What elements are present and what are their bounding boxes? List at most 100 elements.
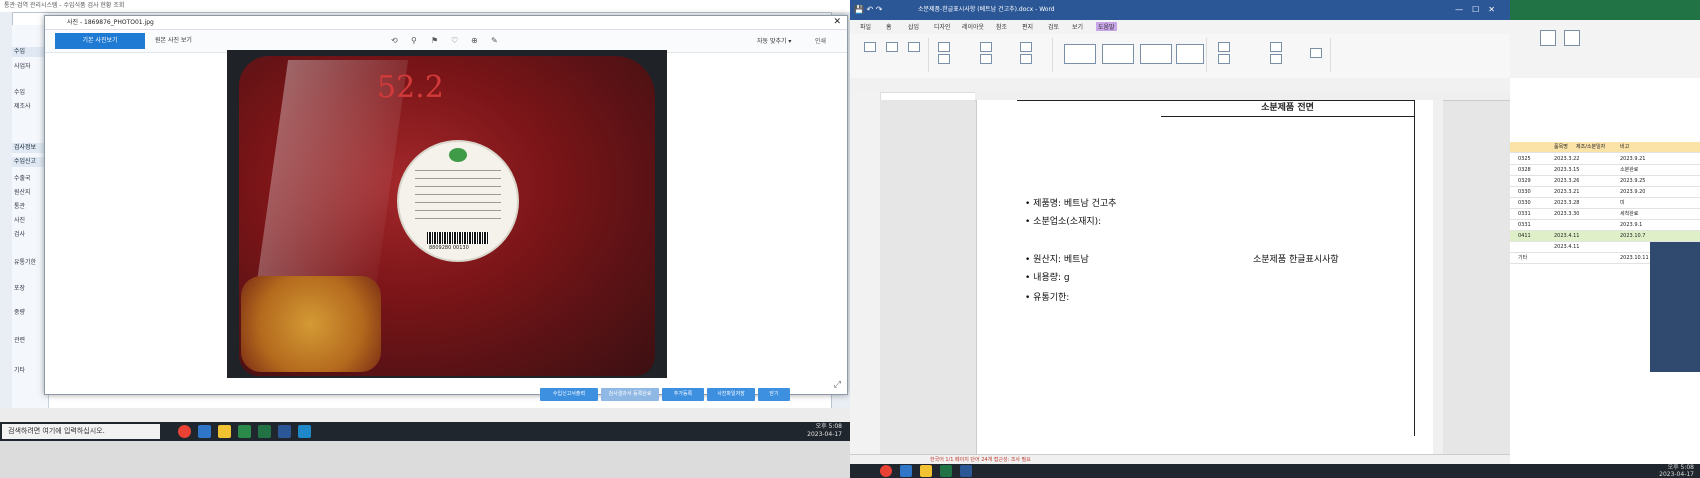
tab-references[interactable]: 참조: [996, 22, 1007, 31]
excel-row[interactable]: 0328 2023.3.15 소분완료: [1510, 165, 1700, 176]
tab-mailings[interactable]: 편지: [1022, 22, 1033, 31]
excel-cell[interactable]: 기타: [1518, 253, 1527, 263]
tab-help[interactable]: 도움말: [1096, 22, 1117, 31]
excel-cell[interactable]: 2023.9.1: [1620, 220, 1642, 230]
tab-insert[interactable]: 삽입: [908, 22, 919, 31]
doc-line-repacker[interactable]: • 소분업소(소재지):: [1025, 214, 1101, 227]
border-icon[interactable]: [1270, 54, 1282, 64]
excel-cell[interactable]: 세척완료: [1620, 209, 1638, 219]
pin-icon[interactable]: ⚑: [431, 36, 438, 45]
folder-icon[interactable]: [920, 465, 932, 477]
tab-view[interactable]: 보기: [1072, 22, 1083, 31]
excel-cell[interactable]: 2023.9.21: [1620, 154, 1645, 164]
window-controls[interactable]: —☐✕: [1455, 0, 1504, 20]
document-page[interactable]: 소분제품 전면 • 제품명: 베트남 건고추 • 소분업소(소재지): • 원산…: [976, 100, 1434, 454]
vertical-scrollbar[interactable]: [1433, 100, 1443, 454]
excel-cell[interactable]: 0329: [1518, 176, 1531, 186]
excel-cell[interactable]: 미: [1620, 198, 1625, 208]
word-icon[interactable]: [278, 425, 291, 438]
close-icon[interactable]: ✕: [833, 16, 841, 29]
sidebar-item[interactable]: 중량: [14, 307, 25, 316]
size-icon[interactable]: [908, 42, 920, 52]
zoom-dropdown[interactable]: 자동 맞추기 ▾: [757, 36, 791, 45]
chrome-icon[interactable]: [178, 425, 191, 438]
taskbar-search-input[interactable]: 검색하려면 여기에 입력하십시오.: [2, 424, 160, 439]
sidebar-item[interactable]: 유통기한: [14, 257, 36, 266]
zoom-in-icon[interactable]: ⊕: [471, 36, 478, 45]
sidebar-item[interactable]: 사진: [14, 215, 25, 224]
excel-cell[interactable]: 2023.3.21: [1554, 187, 1579, 197]
excel-row[interactable]: 0331 2023.3.30 세척완료: [1510, 209, 1700, 220]
excel-cell[interactable]: 0330: [1518, 187, 1531, 197]
excel-cell[interactable]: 2023.10.7: [1620, 231, 1645, 241]
excel-cell[interactable]: 2023.3.28: [1554, 198, 1579, 208]
table-style-icon[interactable]: [1102, 44, 1134, 64]
chrome-icon[interactable]: [880, 465, 892, 477]
border-icon[interactable]: [1218, 42, 1230, 52]
sidebar-item[interactable]: 포장: [14, 283, 25, 292]
sidebar-item[interactable]: 원산지: [14, 187, 31, 196]
rotate-left-icon[interactable]: ⟲: [391, 36, 398, 45]
excel-cell[interactable]: 0325: [1518, 154, 1531, 164]
zoom-out-icon[interactable]: ⚲: [411, 36, 417, 45]
sidebar-item[interactable]: 관련: [14, 335, 25, 344]
sort-icon[interactable]: [1564, 30, 1580, 46]
excel-cell[interactable]: 2023.9.20: [1620, 187, 1645, 197]
tab-original-view[interactable]: 원본 사진 보기: [155, 33, 225, 49]
tab-design[interactable]: 디자인: [934, 22, 951, 31]
edge-icon[interactable]: [900, 465, 912, 477]
excel-icon[interactable]: [258, 425, 271, 438]
sidebar-item[interactable]: 사업자: [14, 61, 31, 70]
print-button[interactable]: 인쇄: [815, 36, 826, 45]
excel-cell[interactable]: 0330: [1518, 198, 1531, 208]
doc-line-expiry[interactable]: • 유통기한:: [1025, 290, 1069, 303]
doc-line-origin[interactable]: • 원산지: 베트남: [1025, 252, 1089, 265]
app-icon[interactable]: [238, 425, 251, 438]
excel-row[interactable]: 0411 2023.4.11 2023.10.7: [1510, 231, 1700, 242]
tab-file[interactable]: 파일: [860, 22, 871, 31]
excel-row[interactable]: 0330 2023.3.21 2023.9.20: [1510, 187, 1700, 198]
folder-icon[interactable]: [218, 425, 231, 438]
border-icon[interactable]: [1218, 54, 1230, 64]
edge-icon[interactable]: [198, 425, 211, 438]
tab-home[interactable]: 홈: [886, 22, 892, 31]
checkbox-icon[interactable]: [980, 54, 992, 64]
pencil-icon[interactable]: ✎: [491, 36, 498, 45]
sidebar-item[interactable]: 수출국: [14, 173, 31, 182]
register-result-button[interactable]: 검사결과서 등록완료: [601, 388, 659, 401]
border-painter-icon[interactable]: [1310, 48, 1322, 58]
checkbox-icon[interactable]: [1020, 54, 1032, 64]
excel-cell[interactable]: 2023.3.15: [1554, 165, 1579, 175]
doc-line-product-name[interactable]: • 제품명: 베트남 건고추: [1025, 196, 1116, 209]
excel-cell[interactable]: 소분완료: [1620, 165, 1638, 175]
excel-row[interactable]: 0331 2023.9.1: [1510, 220, 1700, 231]
print-declaration-button[interactable]: 수입신고서출력: [540, 388, 598, 401]
excel-row[interactable]: 0329 2023.3.26 2023.9.25: [1510, 176, 1700, 187]
add-button[interactable]: 추가등록: [662, 388, 704, 401]
excel-cell[interactable]: 2023.9.25: [1620, 176, 1645, 186]
excel-icon[interactable]: [940, 465, 952, 477]
excel-cell[interactable]: 0331: [1518, 220, 1531, 230]
excel-cell[interactable]: 2023.10.11: [1620, 253, 1649, 263]
viewer-icon[interactable]: [298, 425, 311, 438]
checkbox-icon[interactable]: [938, 54, 950, 64]
heart-icon[interactable]: ♡: [451, 36, 458, 45]
quick-access-toolbar[interactable]: 💾 ↶ ↷: [854, 0, 882, 20]
close-button[interactable]: 닫기: [758, 388, 790, 401]
sidebar-item[interactable]: 통관: [14, 201, 25, 210]
word-icon[interactable]: [960, 465, 972, 477]
checkbox-icon[interactable]: [980, 42, 992, 52]
checkbox-icon[interactable]: [1020, 42, 1032, 52]
save-photo-button[interactable]: 사진파일저장: [707, 388, 755, 401]
tab-layout[interactable]: 레이아웃: [962, 22, 984, 31]
table-style-icon[interactable]: [1176, 44, 1204, 64]
excel-cell[interactable]: 0411: [1518, 231, 1531, 241]
margins-icon[interactable]: [864, 42, 876, 52]
doc-line-content[interactable]: • 내용량: g: [1025, 270, 1070, 283]
sidebar-item[interactable]: 검사: [14, 229, 25, 238]
tab-review[interactable]: 검토: [1048, 22, 1059, 31]
sidebar-item[interactable]: 제조사: [14, 101, 31, 110]
excel-cell[interactable]: 0331: [1518, 209, 1531, 219]
table-style-icon[interactable]: [1140, 44, 1172, 64]
excel-cell[interactable]: 2023.4.11: [1554, 231, 1579, 241]
